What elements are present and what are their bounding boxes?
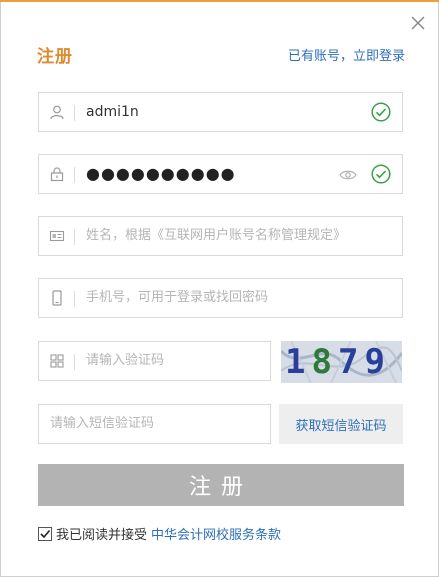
close-icon[interactable] <box>408 13 428 33</box>
username-value: admi1n <box>86 104 139 120</box>
captcha-placeholder: 请输入验证码 <box>86 353 165 368</box>
captcha-digit: 8 <box>311 342 338 382</box>
captcha-image[interactable]: 1879 <box>281 341 402 383</box>
sms-code-field[interactable]: 请输入短信验证码 <box>38 404 271 444</box>
sms-code-placeholder: 请输入短信验证码 <box>50 416 155 431</box>
valid-check-icon <box>371 102 391 122</box>
agreement-text: 我已阅读并接受 <box>56 528 148 543</box>
page-title: 注册 <box>37 47 73 67</box>
field-separator <box>74 167 75 183</box>
get-sms-code-button[interactable]: 获取短信验证码 <box>279 404 403 444</box>
phone-icon <box>49 290 65 306</box>
user-icon <box>49 104 65 120</box>
agreement-row: 我已阅读并接受 中华会计网校服务条款 <box>38 524 281 543</box>
terms-link[interactable]: 中华会计网校服务条款 <box>151 524 281 543</box>
captcha-digit: 7 <box>337 342 365 382</box>
grid-icon <box>49 353 65 369</box>
field-separator <box>74 229 75 245</box>
field-separator <box>74 291 75 307</box>
field-separator <box>74 105 75 121</box>
realname-placeholder: 姓名，根据《互联网用户账号名称管理规定》 <box>86 228 347 243</box>
captcha-digit: 9 <box>364 342 391 382</box>
field-separator <box>74 354 75 370</box>
eye-icon[interactable] <box>339 167 357 181</box>
valid-check-icon <box>371 164 391 184</box>
lock-icon <box>49 166 65 182</box>
captcha-field[interactable]: 请输入验证码 <box>38 341 271 381</box>
id-card-icon <box>49 228 65 244</box>
password-field[interactable]: ●●●●●●●●●● <box>38 154 403 194</box>
realname-field[interactable]: 姓名，根据《互联网用户账号名称管理规定》 <box>38 216 403 256</box>
captcha-digit: 1 <box>285 342 312 382</box>
phone-field[interactable]: 手机号，可用于登录或找回密码 <box>38 278 403 318</box>
username-field[interactable]: admi1n <box>38 92 403 132</box>
captcha-digits: 1879 <box>285 341 391 383</box>
login-link[interactable]: 已有账号，立即登录 <box>288 45 405 64</box>
top-accent-bar <box>0 0 439 2</box>
phone-placeholder: 手机号，可用于登录或找回密码 <box>86 290 269 305</box>
agreement-checkbox[interactable] <box>38 526 52 541</box>
register-submit-button[interactable]: 注册 <box>38 464 404 506</box>
password-value: ●●●●●●●●●● <box>86 164 236 183</box>
